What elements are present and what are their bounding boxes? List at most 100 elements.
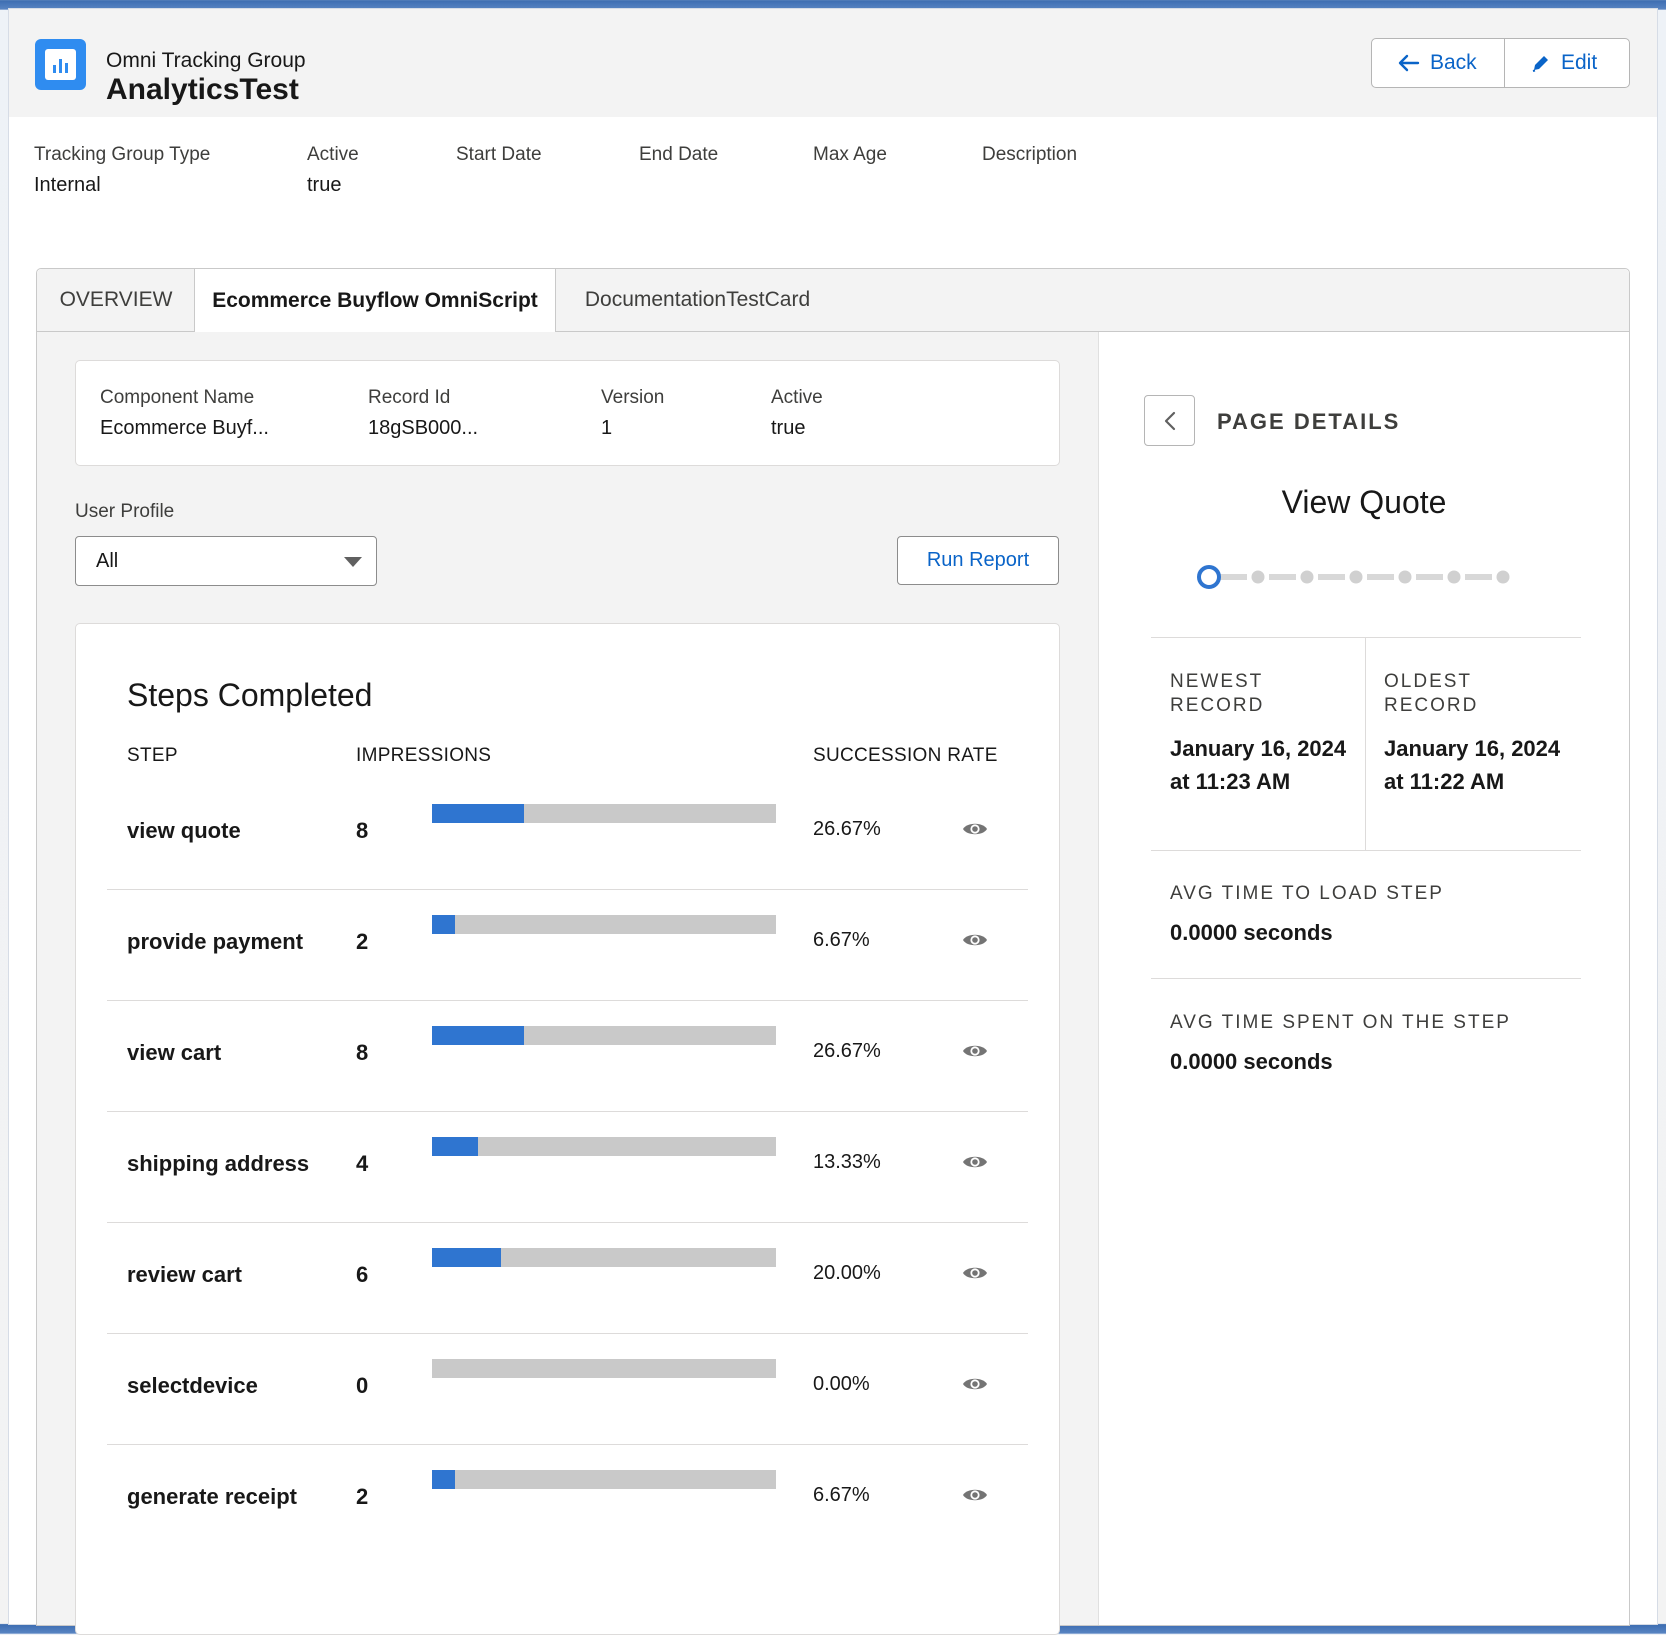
oldest-record-label: OLDEST RECORD (1384, 671, 1479, 716)
run-report-button[interactable]: Run Report (897, 536, 1059, 585)
avg-load-label: AVG TIME TO LOAD STEP (1170, 883, 1444, 904)
analytics-main: Component Name Ecommerce Buyf... Record … (37, 332, 1099, 1635)
step-rate: 20.00% (813, 1262, 881, 1284)
column-header-step: STEP (127, 745, 178, 766)
progress-connector (1269, 574, 1296, 580)
progress-step[interactable] (1300, 570, 1314, 584)
field-label: End Date (639, 144, 719, 165)
tab-documentation-test-card[interactable]: DocumentationTestCard (555, 269, 840, 331)
newest-record-label: NEWEST RECORD (1170, 671, 1265, 716)
edit-button[interactable]: Edit (1504, 39, 1629, 87)
eye-icon[interactable] (962, 932, 988, 948)
field-end-date: End Date (639, 144, 718, 174)
field-label: Description (982, 144, 1078, 165)
chevron-down-icon (344, 557, 362, 567)
progress-step[interactable] (1251, 570, 1265, 584)
active-field: Active true (771, 387, 823, 440)
rate-bar-fill (432, 1248, 501, 1267)
newest-record: NEWEST RECORD January 16, 2024 at 11:23 … (1170, 670, 1350, 798)
rate-bar (432, 1026, 776, 1045)
step-impressions: 2 (356, 1484, 369, 1509)
step-impressions: 8 (356, 1040, 369, 1065)
highlights-panel: Tracking Group Type Internal Active true… (9, 144, 1657, 204)
field-max-age: Max Age (813, 144, 887, 174)
step-impressions: 0 (356, 1373, 369, 1398)
eye-icon[interactable] (962, 821, 988, 837)
component-info-card: Component Name Ecommerce Buyf... Record … (75, 360, 1060, 466)
pencil-icon (1532, 56, 1548, 72)
rate-bar-fill (432, 1470, 455, 1489)
tab-ecommerce-buyflow[interactable]: Ecommerce Buyflow OmniScript (194, 269, 556, 332)
avg-spent-label: AVG TIME SPENT ON THE STEP (1170, 1012, 1511, 1033)
field-label: Max Age (813, 144, 887, 165)
progress-step[interactable] (1349, 570, 1363, 584)
component-name-field: Component Name Ecommerce Buyf... (100, 387, 269, 440)
progress-connector (1416, 574, 1443, 580)
rate-bar (432, 1470, 776, 1489)
avg-spent-stat: AVG TIME SPENT ON THE STEP 0.0000 second… (1151, 979, 1581, 1107)
field-label: Tracking Group Type (34, 144, 211, 165)
avg-load-stat: AVG TIME TO LOAD STEP 0.0000 seconds (1151, 850, 1581, 979)
field-value: 18gSB000... (368, 417, 479, 439)
rate-bar-fill (432, 1137, 478, 1156)
user-profile-label: User Profile (75, 501, 175, 522)
back-label: Back (1430, 51, 1477, 74)
step-impressions: 4 (356, 1151, 369, 1176)
progress-step[interactable] (1447, 570, 1461, 584)
eye-icon[interactable] (962, 1154, 988, 1170)
current-step-name: View Quote (1281, 484, 1447, 520)
step-progress-indicator[interactable] (1194, 562, 1524, 592)
field-value: Ecommerce Buyf... (100, 417, 269, 439)
back-button[interactable]: Back (1372, 39, 1504, 87)
rate-bar (432, 1248, 776, 1267)
collapse-details-button[interactable] (1144, 395, 1195, 446)
step-rate: 26.67% (813, 818, 881, 840)
field-label: Start Date (456, 144, 542, 165)
step-name: review cart (127, 1262, 242, 1287)
progress-step[interactable] (1496, 570, 1510, 584)
progress-step[interactable] (1398, 570, 1412, 584)
rate-bar-fill (432, 1026, 524, 1045)
eye-icon[interactable] (962, 1376, 988, 1392)
rate-bar (432, 804, 776, 823)
eye-icon[interactable] (962, 1043, 988, 1059)
tab-overview[interactable]: OVERVIEW (37, 269, 195, 331)
step-row: provide payment 2 6.67% (107, 883, 1028, 1001)
user-profile-select[interactable]: All (75, 536, 377, 586)
progress-step-current[interactable] (1197, 565, 1221, 589)
step-impressions: 6 (356, 1262, 369, 1287)
column-divider (1365, 638, 1366, 850)
chevron-left-icon (1164, 411, 1175, 430)
rate-bar (432, 1359, 776, 1378)
field-label: Component Name (100, 387, 255, 408)
arrow-left-icon (1398, 54, 1420, 72)
progress-connector (1465, 574, 1492, 580)
avg-spent-value: 0.0000 seconds (1170, 1049, 1333, 1074)
page-details-panel: PAGE DETAILS View Quote NEWEST RECORD Ja… (1099, 332, 1629, 1625)
step-rate: 13.33% (813, 1151, 881, 1173)
version-field: Version 1 (601, 387, 664, 440)
record-title: AnalyticsTest (106, 73, 299, 106)
object-type-label: Omni Tracking Group (106, 49, 306, 72)
field-value: true (307, 174, 342, 196)
column-header-rate: SUCCESSION RATE (813, 745, 998, 766)
tab-bar: OVERVIEW Ecommerce Buyflow OmniScript Do… (37, 269, 1629, 332)
step-row: view cart 8 26.67% (107, 994, 1028, 1112)
field-label: Version (601, 387, 665, 408)
step-row: selectdevice 0 0.00% (107, 1327, 1028, 1445)
step-rate: 6.67% (813, 1484, 870, 1506)
step-impressions: 8 (356, 818, 369, 843)
field-value: true (771, 417, 806, 439)
step-rate: 6.67% (813, 929, 870, 951)
eye-icon[interactable] (962, 1487, 988, 1503)
step-name: selectdevice (127, 1373, 258, 1398)
step-rate: 26.67% (813, 1040, 881, 1062)
field-label: Active (771, 387, 823, 408)
record-dates: NEWEST RECORD January 16, 2024 at 11:23 … (1151, 637, 1581, 851)
tabset: OVERVIEW Ecommerce Buyflow OmniScript Do… (36, 268, 1630, 1635)
step-row: review cart 6 20.00% (107, 1216, 1028, 1334)
steps-completed-card: Steps Completed STEP IMPRESSIONS SUCCESS… (75, 623, 1060, 1635)
record-id-field: Record Id 18gSB000... (368, 387, 478, 440)
step-rate: 0.00% (813, 1373, 870, 1395)
eye-icon[interactable] (962, 1265, 988, 1281)
